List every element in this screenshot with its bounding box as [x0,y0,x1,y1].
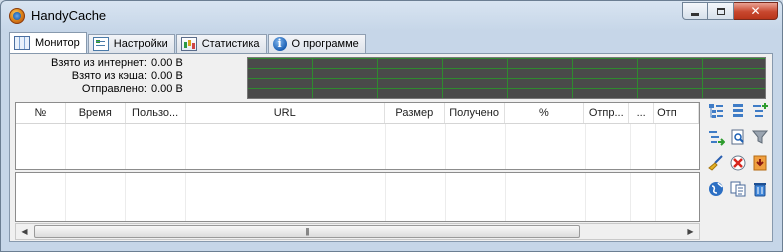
tree-export-icon[interactable] [707,128,725,146]
column-header-sent[interactable]: Отпр... [584,103,630,123]
tab-bar: Монитор Настройки Статистика О программе [9,32,367,54]
stat-label: Взято из кэша: [71,70,147,82]
window-controls: ✕ [682,2,778,20]
column-header-number[interactable]: № [16,103,66,123]
tab-about[interactable]: О программе [267,34,366,53]
requests-table[interactable]: № Время Пользо... URL Размер Получено % … [15,102,700,170]
tree-list-icon[interactable] [729,102,747,120]
table-column [16,124,66,169]
globe-icon[interactable] [707,180,725,198]
tab-label: Настройки [113,38,168,50]
table-header: № Время Пользо... URL Размер Получено % … [16,103,699,124]
table-column [446,173,506,221]
close-icon: ✕ [750,4,761,18]
window-title: HandyCache [31,8,107,23]
column-header-sent-2[interactable]: Отп [654,103,699,123]
table-body [16,124,699,169]
table-column [186,124,386,169]
info-icon [272,37,287,51]
tree-add-icon[interactable] [751,102,769,120]
title-bar[interactable]: HandyCache ✕ [1,1,782,29]
column-header-url[interactable]: URL [186,103,385,123]
table-column [631,173,656,221]
table-column [446,124,506,169]
table-column [186,173,386,221]
column-header-received[interactable]: Получено [445,103,505,123]
table-column [66,124,126,169]
monitor-icon [14,36,30,50]
traffic-graph [247,57,766,99]
traffic-stats: Взято из интернет: 0.00 B Взято из кэша:… [10,57,240,96]
tab-label: Статистика [201,38,260,50]
tab-label: Монитор [35,37,80,49]
column-header-more[interactable]: ... [629,103,655,123]
table-column [386,124,446,169]
settings-icon [92,37,109,51]
copy-icon[interactable] [729,180,747,198]
maximize-button[interactable] [708,2,734,20]
download-orange-icon[interactable] [751,154,769,172]
statistics-icon [180,37,197,51]
horizontal-scrollbar[interactable]: ◀ ||| ▶ [15,223,700,240]
app-window: HandyCache ✕ Монитор Настройки Статистик… [0,0,783,252]
tree-expand-icon[interactable] [707,102,725,120]
monitor-panel: Взято из интернет: 0.00 B Взято из кэша:… [9,53,773,242]
delete-red-icon[interactable] [729,154,747,172]
column-header-time[interactable]: Время [66,103,126,123]
stat-sent: Отправлено: 0.00 B [10,83,240,96]
minimize-button[interactable] [682,2,708,20]
tab-statistics[interactable]: Статистика [175,34,267,53]
trash-icon[interactable] [751,180,769,198]
table-column [506,124,586,169]
stat-label: Отправлено: [81,83,147,95]
stat-from-internet: Взято из интернет: 0.00 B [10,57,240,70]
table-column [66,173,126,221]
stat-value: 0.00 B [151,83,183,95]
column-header-size[interactable]: Размер [385,103,445,123]
close-button[interactable]: ✕ [734,2,778,20]
maximize-icon [716,7,725,15]
stat-value: 0.00 B [151,70,183,82]
table-column [586,124,631,169]
page-search-icon[interactable] [729,128,747,146]
scrollbar-thumb[interactable]: ||| [34,225,580,238]
scroll-left-arrow-icon[interactable]: ◀ [16,224,33,239]
table-column [386,173,446,221]
app-logo-icon [9,8,25,24]
table-column [126,124,186,169]
tab-monitor[interactable]: Монитор [9,32,87,53]
details-table[interactable] [15,172,700,222]
column-header-user[interactable]: Пользо... [126,103,186,123]
table-column [631,124,656,169]
tab-label: О программе [291,38,359,50]
filter-icon[interactable] [751,128,769,146]
minimize-icon [691,12,699,16]
stat-label: Взято из интернет: [51,57,147,69]
table-column [16,173,66,221]
table-column [126,173,186,221]
broom-clear-icon[interactable] [707,154,725,172]
table-column [586,173,631,221]
scroll-right-arrow-icon[interactable]: ▶ [682,224,699,239]
stat-from-cache: Взято из кэша: 0.00 B [10,70,240,83]
tab-settings[interactable]: Настройки [87,34,175,53]
table-column [506,173,586,221]
column-header-percent[interactable]: % [505,103,585,123]
stat-value: 0.00 B [151,57,183,69]
